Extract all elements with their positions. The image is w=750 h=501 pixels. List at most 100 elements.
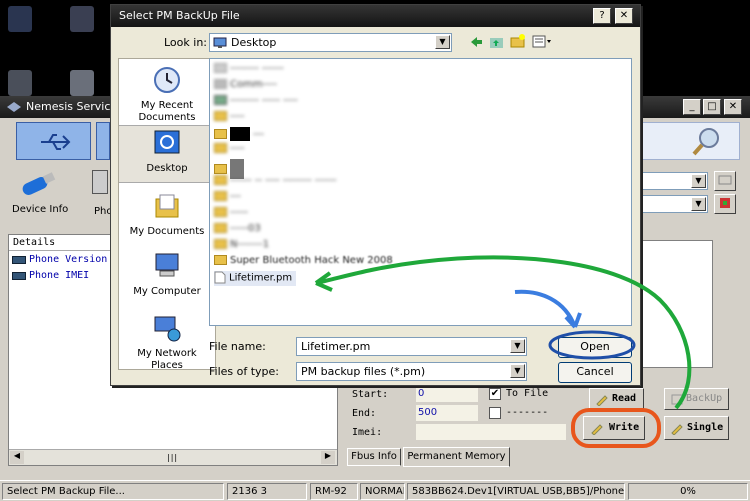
file-name-input[interactable]: Lifetimer.pm ▼ — [296, 337, 527, 356]
close-button[interactable]: ✕ — [724, 99, 742, 115]
list-item[interactable]: -------- ----- ---- — [214, 95, 298, 110]
help-button[interactable]: ? — [593, 8, 611, 24]
chevron-down-icon: ▼ — [691, 197, 706, 211]
place-my-computer[interactable]: My Computer — [119, 251, 215, 297]
cancel-button[interactable]: Cancel — [558, 362, 632, 383]
settings-button-1[interactable] — [714, 171, 736, 191]
status-model: RM-92 — [310, 483, 358, 500]
list-item[interactable]: Super Bluetooth Hack New 2008 — [214, 255, 393, 270]
list-item[interactable]: -------- ------ — [214, 63, 284, 78]
right-combo-1[interactable]: ▼ — [640, 172, 708, 190]
details-item-label: Phone IMEI — [29, 270, 90, 281]
list-item[interactable]: --- — [214, 191, 241, 206]
file-list[interactable]: -------- ------ Comm---- -------- ----- … — [209, 58, 632, 326]
to-file-label: To File — [506, 388, 549, 399]
app-logo-icon — [7, 102, 21, 112]
file-type-select[interactable]: PM backup files (*.pm) ▼ — [296, 362, 527, 381]
dialog-title-bar: Select PM BackUp File ? ✕ — [111, 5, 640, 27]
dashed-checkbox[interactable] — [489, 407, 501, 419]
place-desktop[interactable]: Desktop — [119, 125, 215, 183]
open-button[interactable]: Open — [558, 337, 632, 358]
place-my-documents[interactable]: My Documents — [119, 191, 215, 237]
place-recent-documents[interactable]: My Recent Documents — [119, 65, 215, 124]
output-textarea[interactable] — [640, 240, 713, 368]
start-label: Start: — [352, 389, 389, 400]
start-field[interactable]: 0 — [416, 386, 478, 402]
scroll-left-icon[interactable]: ◀ — [10, 451, 24, 464]
new-folder-icon[interactable] — [510, 33, 526, 49]
maximize-button[interactable]: □ — [703, 99, 721, 115]
dialog-title: Select PM BackUp File — [119, 9, 240, 22]
chevron-down-icon: ▼ — [435, 35, 450, 49]
list-item[interactable]: --- — [214, 127, 264, 142]
device-info-button[interactable]: Device Info — [6, 164, 70, 222]
look-in-dropdown[interactable]: Desktop ▼ — [209, 33, 452, 52]
magnifier-icon — [692, 128, 719, 156]
status-mode: NORMAL — [360, 483, 405, 500]
search-tile[interactable] — [640, 122, 740, 160]
folder-icon — [214, 111, 227, 121]
right-combo-2[interactable]: ▼ — [640, 195, 708, 213]
usb-connection-tile[interactable] — [16, 122, 91, 160]
list-item[interactable]: Comm---- — [214, 79, 277, 94]
status-code: 2136 3 — [227, 483, 307, 500]
file-icon — [214, 271, 226, 284]
phone-icon — [92, 170, 108, 194]
recent-documents-icon — [154, 67, 180, 93]
tab-permanent-memory[interactable]: Permanent Memory — [403, 447, 510, 467]
my-computer-icon — [155, 253, 179, 277]
details-item-label: Phone Version — [29, 254, 108, 265]
usb-stick-icon — [22, 172, 56, 195]
file-icon — [214, 63, 227, 73]
scroll-right-icon[interactable]: ▶ — [321, 451, 335, 464]
list-item[interactable]: ----- — [214, 207, 248, 222]
view-menu-icon[interactable] — [532, 35, 554, 49]
list-item[interactable] — [214, 159, 244, 179]
up-folder-icon[interactable] — [489, 35, 505, 49]
folder-icon — [214, 164, 227, 174]
horizontal-scrollbar[interactable]: ◀ ||| ▶ — [9, 449, 337, 465]
backup-button[interactable]: BackUp — [664, 388, 729, 410]
to-file-checkbox[interactable]: ✔ — [489, 388, 501, 400]
place-label: My Documents — [129, 226, 205, 237]
folder-icon — [214, 223, 227, 233]
imei-field[interactable] — [416, 424, 566, 440]
file-name-value: Lifetimer.pm — [301, 340, 371, 353]
folder-icon — [214, 239, 227, 249]
status-device: 583BB624.Dev1[VIRTUAL USB,BB5]/Phone Inf… — [407, 483, 625, 500]
file-name: Lifetimer.pm — [229, 272, 293, 284]
chip-icon — [12, 272, 26, 280]
write-button[interactable]: Write — [583, 416, 645, 440]
list-item[interactable]: ---- — [214, 111, 244, 126]
list-item[interactable]: Lifetimer.pm — [214, 271, 297, 286]
folder-icon — [214, 191, 227, 201]
device-info-label: Device Info — [12, 204, 69, 215]
desktop-shortcut-icon — [70, 6, 94, 32]
settings-button-2[interactable] — [714, 194, 736, 214]
file-type-value: PM backup files (*.pm) — [301, 365, 426, 378]
file-type-label: Files of type: — [209, 365, 280, 378]
single-button[interactable]: Single — [664, 416, 729, 440]
network-places-icon — [154, 316, 181, 342]
list-item[interactable]: N-------1 — [214, 239, 269, 254]
tab-fbus-info[interactable]: Fbus Info — [347, 448, 401, 466]
end-field[interactable]: 500 — [416, 405, 478, 421]
list-item[interactable]: ---- — [214, 143, 244, 158]
list-item[interactable]: -----03 — [214, 223, 261, 238]
backup-label: BackUp — [686, 393, 723, 404]
dialog-close-button[interactable]: ✕ — [615, 8, 633, 24]
phone-button[interactable]: Pho — [88, 164, 113, 222]
list-item[interactable]: ------ -- ---- -------- ------ — [214, 175, 337, 190]
place-network-places[interactable]: My Network Places — [119, 313, 215, 372]
back-arrow-icon[interactable] — [469, 35, 483, 49]
minimize-button[interactable]: _ — [683, 99, 701, 115]
toolbar-tile[interactable] — [96, 122, 110, 160]
scroll-thumb[interactable]: ||| — [167, 453, 178, 462]
chevron-down-icon: ▼ — [510, 339, 525, 353]
read-button[interactable]: Read — [589, 388, 644, 410]
file-name: Super Bluetooth Hack New 2008 — [230, 255, 393, 266]
details-header: Details — [13, 237, 56, 248]
place-label: My Computer — [133, 286, 201, 297]
folder-icon — [214, 175, 227, 185]
file-name-label: File name: — [209, 340, 266, 353]
